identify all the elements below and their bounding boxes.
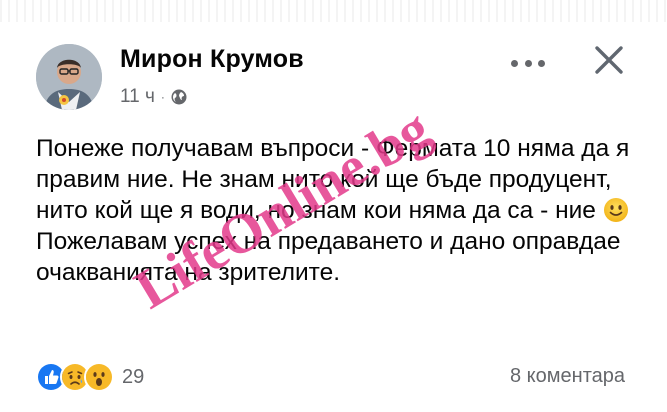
- post-text-part-1: Понеже получавам въпроси - Фермата 10 ня…: [36, 135, 630, 224]
- reaction-count: 29: [122, 365, 145, 388]
- reactions-summary[interactable]: 29: [36, 362, 144, 392]
- close-icon: [595, 46, 623, 74]
- dot-icon: [538, 59, 545, 67]
- meta-separator: ·: [160, 90, 165, 104]
- wow-icon: [84, 362, 114, 392]
- slightly-smiling-face-icon: [603, 197, 629, 223]
- author-name[interactable]: Мирон Крумов: [120, 45, 304, 74]
- status-strip: [0, 0, 667, 22]
- dot-icon: [511, 59, 518, 67]
- more-options-button[interactable]: [511, 54, 545, 72]
- post-text-part-2: Пожелавам успех на предаването и дано оп…: [36, 228, 621, 286]
- post-text: Понеже получавам въпроси - Фермата 10 ня…: [36, 133, 636, 288]
- post-time[interactable]: 11 ч: [120, 86, 155, 108]
- globe-icon: [170, 88, 188, 106]
- close-button[interactable]: [593, 44, 625, 76]
- post-meta: 11 ч ·: [120, 86, 188, 108]
- dot-icon: [524, 59, 532, 67]
- author-avatar[interactable]: [36, 44, 102, 110]
- avatar-photo: [36, 44, 102, 110]
- comments-count-link[interactable]: 8 коментара: [510, 365, 625, 388]
